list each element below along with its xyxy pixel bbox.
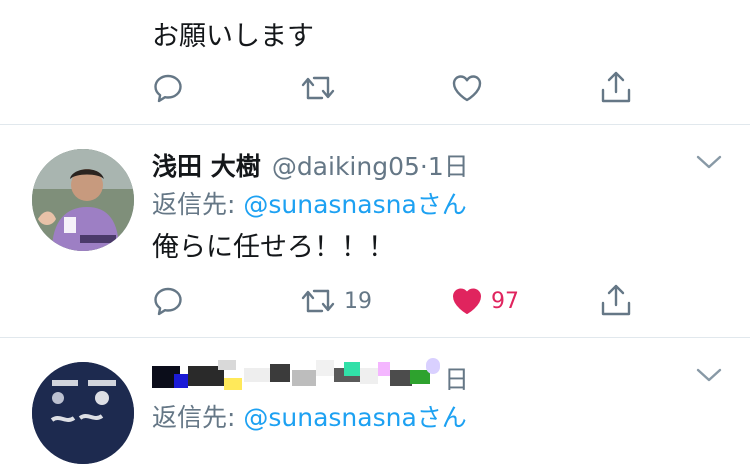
reply-button[interactable] (152, 285, 184, 317)
share-icon (601, 71, 631, 103)
chevron-down-icon (696, 368, 722, 382)
reply-mention-link[interactable]: @sunasnasnaさん (243, 190, 466, 219)
tweet-text: お願いします (152, 21, 314, 52)
tweet-3[interactable]: 日 返信先: @sunasnasnaさん (0, 338, 750, 464)
share-button[interactable] (600, 283, 632, 317)
reply-context: 返信先: @sunasnasnaさん (152, 185, 467, 221)
tweet-text-clipped-line (152, 0, 492, 6)
like-icon (452, 75, 482, 102)
separator: · (419, 152, 428, 181)
reply-icon (154, 287, 182, 316)
share-icon (601, 284, 631, 316)
tweet-2[interactable]: 浅田 大樹 @daiking05·1日 返信先: @sunasnasnaさん 俺… (0, 125, 750, 337)
reply-prefix: 返信先: (152, 190, 244, 219)
reply-icon (154, 74, 182, 103)
retweet-icon (301, 289, 335, 313)
tweet-1[interactable]: お願いします (0, 0, 750, 124)
tweet-menu-button[interactable] (694, 366, 724, 388)
retweet-count: 19 (344, 288, 372, 314)
share-button[interactable] (600, 70, 632, 104)
reply-context: 返信先: @sunasnasnaさん (152, 398, 467, 434)
chevron-down-icon (696, 155, 722, 169)
like-button[interactable]: 97 (451, 286, 519, 316)
tweet-menu-button[interactable] (694, 153, 724, 175)
retweet-button[interactable] (300, 74, 336, 102)
avatar[interactable] (32, 362, 134, 464)
retweet-icon (301, 76, 335, 100)
timestamp[interactable]: 1日 (428, 152, 469, 181)
reply-prefix: 返信先: (152, 403, 244, 432)
like-button[interactable] (451, 73, 483, 103)
timestamp[interactable]: 日 (444, 360, 469, 396)
like-count: 97 (491, 288, 519, 314)
reply-button[interactable] (152, 72, 184, 104)
display-name[interactable]: 浅田 大樹 (152, 152, 261, 181)
tweet-header: 浅田 大樹 @daiking05·1日 (152, 147, 469, 183)
retweet-button[interactable]: 19 (300, 287, 372, 315)
handle[interactable]: @daiking05 (272, 152, 420, 181)
like-icon (453, 288, 481, 314)
obscured-header (152, 358, 442, 394)
tweet-text: 俺らに任せろ！！！ (152, 232, 395, 263)
avatar[interactable] (32, 149, 134, 251)
reply-mention-link[interactable]: @sunasnasnaさん (243, 403, 466, 432)
